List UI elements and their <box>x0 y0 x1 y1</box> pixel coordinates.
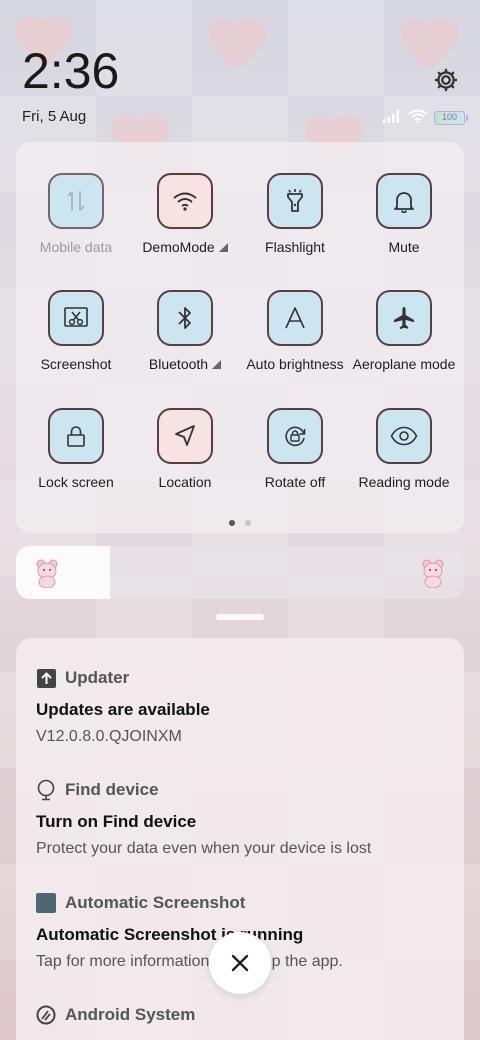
menu-triangle-icon <box>218 243 228 252</box>
notification-find-device[interactable]: Find device Turn on Find device Protect … <box>36 779 456 858</box>
eye-icon <box>390 426 418 446</box>
tile-label: Screenshot <box>40 356 112 372</box>
automatic-screenshot-icon <box>36 893 56 913</box>
mute-tile-button[interactable] <box>376 173 432 229</box>
location-icon <box>175 425 195 446</box>
find-device-icon <box>36 779 56 801</box>
bell-icon <box>394 192 414 213</box>
mobile-data-tile-button[interactable] <box>48 173 104 229</box>
aeroplane-tile-button[interactable] <box>376 290 432 346</box>
notification-header: Find device <box>36 779 456 801</box>
close-icon <box>231 954 249 972</box>
reading-mode-tile-button[interactable] <box>376 408 432 464</box>
tile-aeroplane-mode[interactable]: Aeroplane mode <box>349 290 459 372</box>
notification-app-name: Find device <box>65 780 159 799</box>
tile-label: Lock screen <box>38 474 114 490</box>
tile-label: Mute <box>388 239 420 255</box>
drag-handle[interactable] <box>216 614 264 620</box>
tile-reading-mode[interactable]: Reading mode <box>349 408 459 490</box>
rotate-off-tile-button[interactable] <box>267 408 323 464</box>
wallpaper-heart <box>208 20 268 74</box>
date: Fri, 5 Aug <box>22 108 87 125</box>
tile-mobile-data[interactable]: Mobile data <box>21 173 131 255</box>
bluetooth-tile-button[interactable] <box>157 290 213 346</box>
rotate-lock-icon <box>285 426 306 447</box>
tile-label-row: DemoMode <box>142 239 228 255</box>
bear-high-icon <box>422 559 444 588</box>
tile-screenshot[interactable]: Screenshot <box>21 290 131 372</box>
tile-mute[interactable]: Mute <box>349 173 459 255</box>
tile-label: Mobile data <box>39 239 113 255</box>
tile-label: DemoMode <box>142 239 215 255</box>
page-dot-active[interactable] <box>229 520 235 526</box>
page-dot[interactable] <box>245 520 251 526</box>
clear-notifications-button[interactable] <box>209 932 271 994</box>
tile-auto-brightness[interactable]: Auto brightness <box>240 290 350 372</box>
notification-header: Android System <box>36 1005 456 1025</box>
menu-triangle-icon <box>212 360 222 369</box>
auto-brightness-tile-button[interactable] <box>267 290 323 346</box>
wifi-status-icon <box>408 108 428 127</box>
tile-demomode[interactable]: DemoMode <box>130 173 240 255</box>
screenshot-icon <box>64 307 88 327</box>
screenshot-tile-button[interactable] <box>48 290 104 346</box>
signal-icon <box>382 108 402 127</box>
location-tile-button[interactable] <box>157 408 213 464</box>
notification-title: Updates are available <box>36 700 210 719</box>
tile-label: Aeroplane mode <box>352 356 456 372</box>
wifi-icon <box>173 192 197 211</box>
battery-icon: 100 <box>434 110 468 125</box>
notification-text: V12.0.8.0.QJOINXM <box>36 728 182 745</box>
lock-icon <box>67 426 85 447</box>
notification-text: Protect your data even when your device … <box>36 840 372 857</box>
tile-label: Flashlight <box>265 239 325 255</box>
demomode-tile-button[interactable] <box>157 173 213 229</box>
tile-label: Rotate off <box>264 474 326 490</box>
tile-bluetooth[interactable]: Bluetooth <box>130 290 240 372</box>
lock-screen-tile-button[interactable] <box>48 408 104 464</box>
notification-app-name: Android System <box>65 1005 196 1024</box>
tile-label: Location <box>158 474 212 490</box>
tile-label: Reading mode <box>358 474 450 490</box>
page-indicator <box>16 520 464 526</box>
quick-settings-panel: Mobile data DemoMode Flashlight Mute Scr… <box>16 142 464 533</box>
brightness-slider[interactable] <box>16 546 464 599</box>
notification-header: Updater <box>36 668 456 688</box>
bear-low-icon <box>36 559 58 588</box>
tile-rotate-off[interactable]: Rotate off <box>240 408 350 490</box>
tile-label: Bluetooth <box>148 356 209 372</box>
notification-android-system[interactable]: Android System <box>36 1005 456 1025</box>
auto-brightness-icon <box>285 307 305 329</box>
updater-icon <box>36 668 56 688</box>
mobile-data-icon <box>67 191 85 211</box>
tile-flashlight[interactable]: Flashlight <box>240 173 350 255</box>
brightness-fill <box>16 546 111 599</box>
flashlight-tile-button[interactable] <box>267 173 323 229</box>
notification-app-name: Updater <box>65 668 130 687</box>
notification-header: Automatic Screenshot <box>36 893 456 913</box>
tile-label-row: Bluetooth <box>148 356 222 372</box>
settings-gear-icon[interactable] <box>432 66 460 94</box>
tile-lock-screen[interactable]: Lock screen <box>21 408 131 490</box>
android-system-icon <box>36 1005 56 1025</box>
bluetooth-icon <box>178 307 191 329</box>
notification-app-name: Automatic Screenshot <box>65 893 246 912</box>
tile-label: Auto brightness <box>246 356 344 372</box>
notification-updater[interactable]: Updater Updates are available V12.0.8.0.… <box>36 668 456 746</box>
clock: 2:36 <box>22 43 120 99</box>
battery-level: 100 <box>441 112 458 122</box>
tile-location[interactable]: Location <box>130 408 240 490</box>
status-icons: 100 <box>382 108 468 127</box>
airplane-icon <box>394 307 414 330</box>
notification-title: Turn on Find device <box>36 812 197 831</box>
flashlight-icon <box>287 189 303 212</box>
